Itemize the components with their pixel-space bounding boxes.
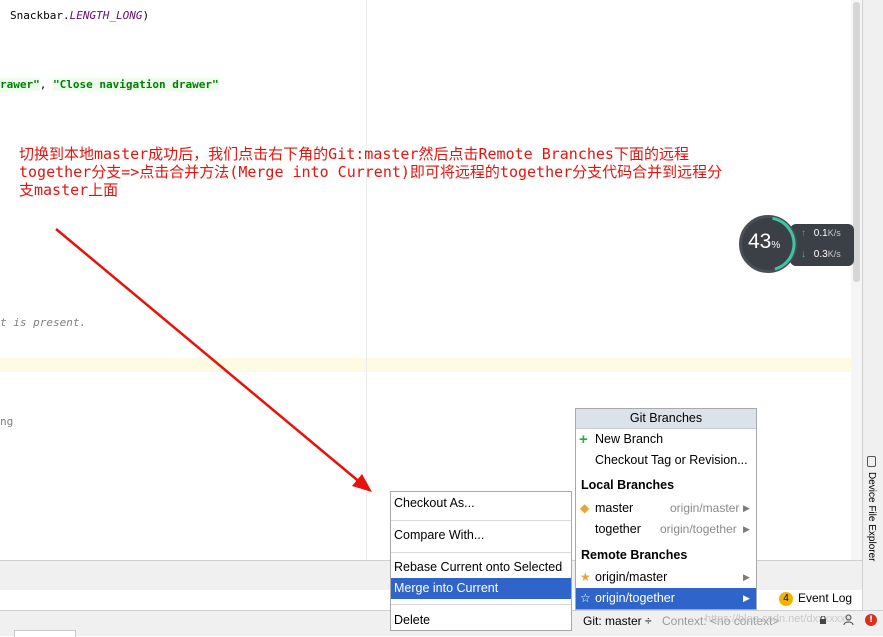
checkout-as-item[interactable]: Checkout As... <box>391 493 571 514</box>
upload-speed: ↑ 0.1K/s <box>801 228 841 239</box>
event-count-badge: 4 <box>779 591 793 606</box>
chevron-right-icon: ▶ <box>743 593 750 603</box>
current-line-highlight <box>0 358 862 372</box>
chevron-right-icon: ▶ <box>743 572 750 582</box>
remote-branch-origin-together[interactable]: ☆ origin/together ▶ <box>576 588 756 609</box>
error-icon[interactable]: ! <box>865 614 877 626</box>
code-line-fragment: ng <box>0 415 14 428</box>
local-branch-together[interactable]: together origin/together ▶ <box>576 519 756 540</box>
remote-branch-origin-master[interactable]: ★ origin/master ▶ <box>576 567 756 588</box>
compare-with-item[interactable]: Compare With... <box>391 525 571 546</box>
remote-branches-header: Remote Branches <box>581 548 688 562</box>
annotation-line-2: together分支=>点击合并方法(Merge into Current)即可… <box>19 163 723 181</box>
local-branches-header: Local Branches <box>581 478 675 492</box>
git-branches-popup: Git Branches + New Branch Checkout Tag o… <box>575 408 757 610</box>
merge-into-current-item[interactable]: Merge into Current <box>391 578 571 599</box>
watermark-text: https://blog.csdn.net/dxxxxxxx <box>705 613 852 625</box>
menu-separator <box>391 604 571 605</box>
code-line-comment: t is present. <box>0 316 87 329</box>
checkout-tag-item[interactable]: Checkout Tag or Revision... <box>576 450 756 471</box>
branch-context-menu: Checkout As... Compare With... Rebase Cu… <box>390 491 572 631</box>
annotation-line-1: 切换到本地master成功后，我们点击右下角的Git:master然后点击Rem… <box>19 145 689 163</box>
device-file-explorer-label: Device File Explorer <box>866 472 877 562</box>
person-icon[interactable] <box>843 614 854 626</box>
star-icon: ★ <box>580 570 591 584</box>
star-outline-icon: ☆ <box>580 591 591 605</box>
chevron-right-icon: ▶ <box>743 503 750 513</box>
editor-scrollbar-thumb[interactable] <box>853 2 860 282</box>
usage-percent: 43% <box>748 230 781 253</box>
menu-separator <box>391 552 571 553</box>
upload-arrow-icon: ↑ <box>801 228 806 239</box>
chevron-right-icon: ▶ <box>743 524 750 534</box>
new-branch-item[interactable]: + New Branch <box>576 429 756 450</box>
download-speed: ↓ 0.3K/s <box>801 249 841 260</box>
lock-icon[interactable] <box>819 616 827 624</box>
menu-separator <box>391 520 571 521</box>
annotation-text: 切换到本地master成功后，我们点击右下角的Git:master然后点击Rem… <box>19 145 879 199</box>
plus-icon: + <box>579 431 588 448</box>
delete-item[interactable]: Delete <box>391 610 571 631</box>
download-arrow-icon: ↓ <box>801 249 806 260</box>
rebase-current-item[interactable]: Rebase Current onto Selected <box>391 557 571 578</box>
device-icon <box>867 456 876 467</box>
tag-icon: ◆ <box>580 501 590 515</box>
right-margin-guide <box>366 0 367 560</box>
git-branch-widget[interactable]: Git: master ÷ <box>583 614 652 628</box>
code-line-drawer-strings: rawer", "Close navigation drawer" <box>0 78 219 91</box>
local-branch-master[interactable]: ◆ master origin/master ▶ <box>576 498 756 519</box>
code-line-snackbar: Snackbar.LENGTH_LONG) <box>10 9 150 22</box>
event-log-button[interactable]: 4 Event Log <box>779 591 852 606</box>
device-file-explorer-tab[interactable]: Device File Explorer <box>862 468 883 578</box>
popup-title: Git Branches <box>576 409 756 429</box>
annotation-line-3: 支master上面 <box>19 181 119 199</box>
